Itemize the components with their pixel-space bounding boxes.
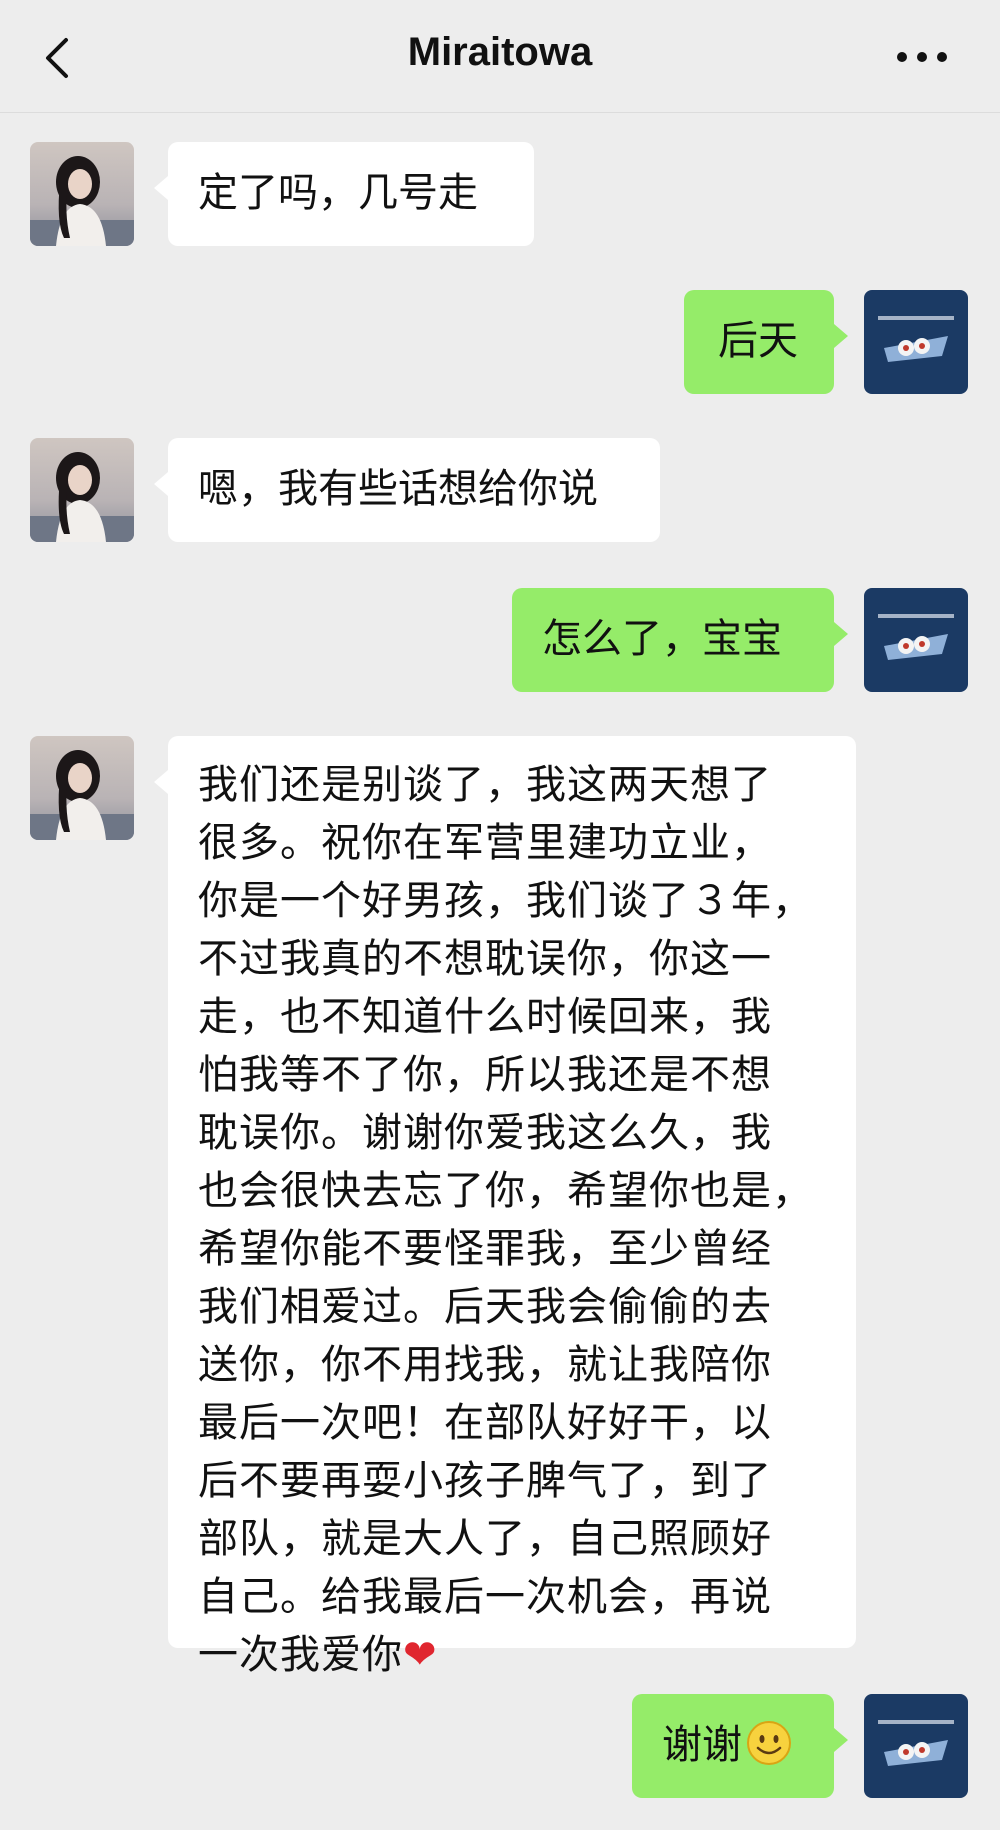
message-text: 后天 — [718, 318, 798, 364]
my-avatar[interactable] — [864, 290, 968, 394]
message-text: 我们还是别谈了，我这两天想了 很多。祝你在军营里建功立业， 你是一个好男孩，我们… — [198, 762, 813, 1678]
message-text: 谢谢 — [662, 1722, 742, 1768]
more-button[interactable] — [892, 42, 952, 72]
received-message-bubble[interactable]: 定了吗，几号走 — [154, 142, 534, 246]
received-message-bubble[interactable]: 我们还是别谈了，我这两天想了 很多。祝你在军营里建功立业， 你是一个好男孩，我们… — [154, 736, 856, 1678]
chat-header: Miraitowa — [0, 0, 1000, 113]
message-text: 定了吗，几号走 — [198, 170, 478, 216]
my-avatar[interactable] — [864, 1694, 968, 1798]
contact-avatar[interactable] — [30, 438, 134, 542]
smiling-face-emoji — [747, 1721, 791, 1765]
received-message-bubble[interactable]: 嗯，我有些话想给你说 — [154, 438, 660, 542]
sent-message-bubble[interactable]: 怎么了，宝宝 — [512, 588, 848, 692]
contact-avatar[interactable] — [30, 736, 134, 840]
chat-title: Miraitowa — [407, 30, 593, 74]
sent-message-bubble[interactable]: 谢谢 — [632, 1694, 848, 1798]
message-text: 嗯，我有些话想给你说 — [198, 466, 598, 512]
sent-message-bubble[interactable]: 后天 — [684, 290, 848, 394]
more-dots-icon — [897, 52, 947, 62]
my-avatar[interactable] — [864, 588, 968, 692]
message-text: 怎么了，宝宝 — [542, 616, 782, 662]
red-heart-emoji: ❤ — [403, 1632, 437, 1678]
contact-avatar[interactable] — [30, 142, 134, 246]
